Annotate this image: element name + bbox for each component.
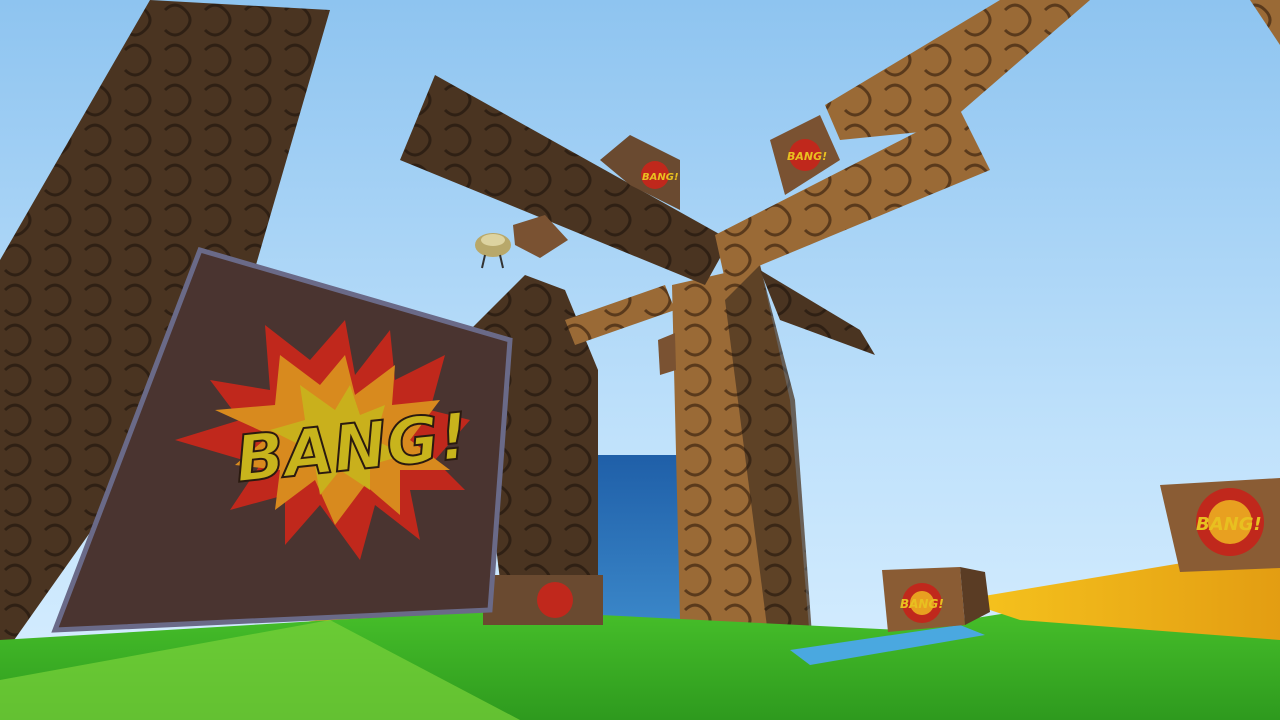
crate-far-right-label: BANG! xyxy=(1196,514,1262,535)
waterfall xyxy=(590,455,690,620)
crate-far-right: BANG! xyxy=(1160,478,1280,572)
game-viewport[interactable]: BANG! BANG! BANG! BANG! BANG! xyxy=(0,0,1280,720)
crate-ground-right-label: BANG! xyxy=(900,597,944,611)
crate-floating-4 xyxy=(658,333,676,375)
crate-floating-1-label: BANG! xyxy=(642,172,679,183)
crate-ground-center xyxy=(483,575,603,625)
crate-floating-2-label: BANG! xyxy=(787,150,827,163)
